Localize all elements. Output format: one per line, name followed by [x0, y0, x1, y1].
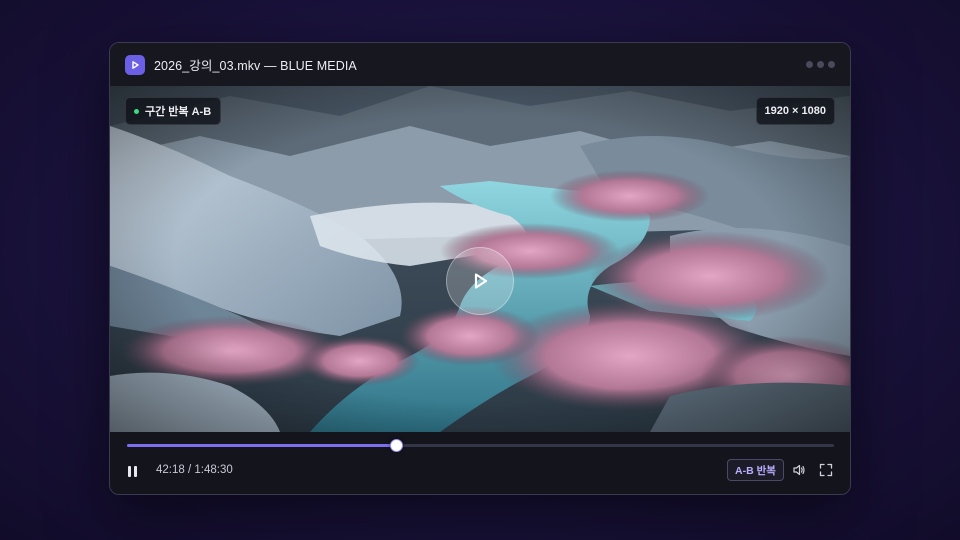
- resolution-label: 1920 × 1080: [764, 105, 826, 117]
- fullscreen-icon[interactable]: [819, 463, 833, 477]
- ab-repeat-label: A-B 반복: [735, 464, 776, 477]
- dot: [806, 61, 813, 68]
- video-frame[interactable]: 구간 반복 A-B 1920 × 1080: [110, 86, 850, 432]
- resolution-badge: 1920 × 1080: [755, 97, 835, 125]
- play-icon: [474, 273, 488, 289]
- center-play-button[interactable]: [446, 247, 514, 315]
- window-title: 2026_강의_03.mkv — BLUE MEDIA: [154, 59, 357, 73]
- play-icon: [125, 54, 145, 75]
- status-dot-icon: [134, 108, 139, 114]
- pause-icon: [128, 465, 131, 477]
- loop-badge-label: 구간 반복 A-B: [145, 106, 212, 118]
- dot: [817, 61, 824, 68]
- title-bar: 2026_강의_03.mkv — BLUE MEDIA: [110, 43, 850, 86]
- pause-icon: [134, 465, 137, 477]
- ab-repeat-button[interactable]: A-B 반복: [727, 459, 784, 481]
- pause-button[interactable]: [128, 464, 142, 478]
- more-dots-icon[interactable]: [806, 61, 835, 68]
- progress-bar[interactable]: [127, 439, 834, 452]
- loop-status-badge: 구간 반복 A-B: [125, 97, 222, 125]
- progress-handle[interactable]: [389, 439, 403, 452]
- progress-fill: [127, 444, 396, 447]
- timecode: 42:18 / 1:48:30: [156, 464, 233, 476]
- volume-icon[interactable]: [792, 463, 806, 477]
- player-window: 2026_강의_03.mkv — BLUE MEDIA 구간 반복 A-B 19…: [109, 42, 851, 495]
- dot: [828, 61, 835, 68]
- control-bar: 42:18 / 1:48:30 A-B 반복: [110, 432, 850, 494]
